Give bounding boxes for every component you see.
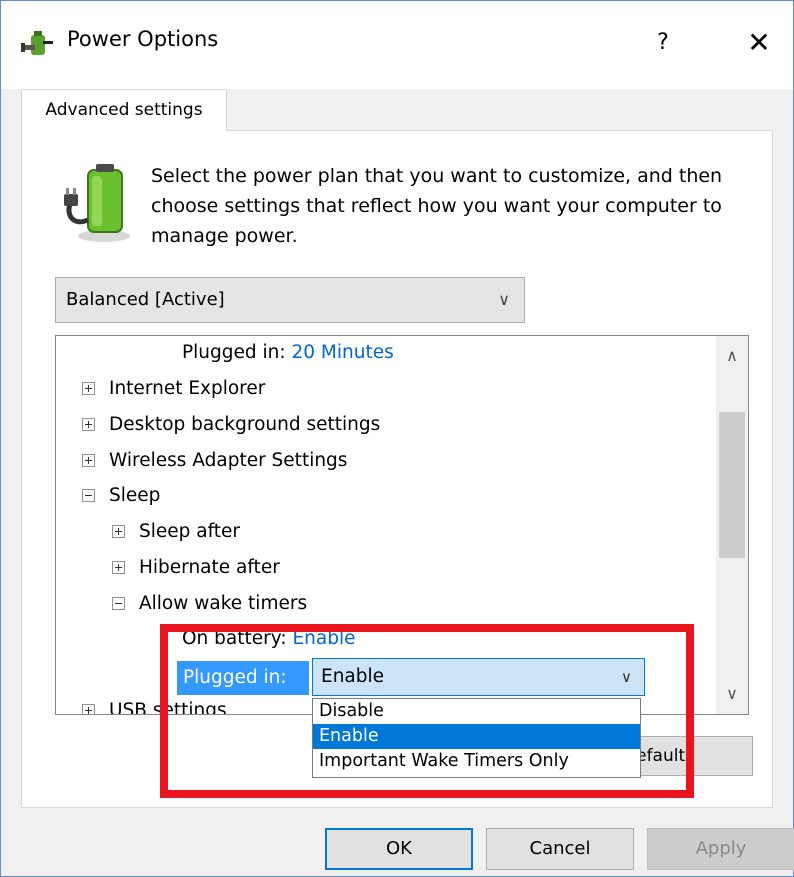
scroll-thumb[interactable]: [719, 412, 745, 558]
close-button[interactable]: ✕: [739, 23, 779, 63]
tree-item-label: Hibernate after: [139, 557, 280, 578]
wake-timer-value-select[interactable]: Enable ∨: [312, 658, 645, 696]
option-disable[interactable]: Disable: [313, 699, 640, 724]
tree-item-wireless-adapter[interactable]: Wireless Adapter Settings: [82, 444, 347, 478]
help-button[interactable]: ?: [643, 23, 683, 63]
chevron-down-icon: ∨: [621, 668, 632, 686]
tree-item-label: Sleep after: [139, 521, 241, 542]
plugged-in-value-link[interactable]: 20 Minutes: [292, 342, 394, 363]
tab-advanced-settings[interactable]: Advanced settings: [21, 89, 227, 131]
cancel-button[interactable]: Cancel: [486, 828, 634, 870]
power-options-window: Power Options ? ✕ Advanced settings Sele…: [0, 0, 794, 877]
wake-timer-value: Enable: [321, 666, 385, 687]
plugged-in-label: Plugged in:: [182, 342, 286, 363]
tree-item-label: USB settings: [109, 700, 227, 715]
wake-timer-options-list[interactable]: Disable Enable Important Wake Timers Onl…: [312, 698, 641, 778]
tree-item-internet-explorer[interactable]: Internet Explorer: [82, 372, 265, 406]
vertical-scrollbar[interactable]: ∧ ∨: [716, 336, 748, 714]
on-battery-row: On battery: Enable: [182, 622, 355, 656]
tree-item-sleep-after[interactable]: Sleep after: [112, 515, 240, 549]
title-bar: Power Options ? ✕: [1, 1, 793, 89]
collapse-icon[interactable]: [82, 489, 95, 502]
expand-icon[interactable]: [112, 561, 125, 574]
description-text: Select the power plan that you want to c…: [151, 165, 723, 247]
expand-icon[interactable]: [82, 454, 95, 467]
expand-icon[interactable]: [82, 418, 95, 431]
battery-plug-icon: [64, 164, 130, 242]
on-battery-value-link[interactable]: Enable: [292, 628, 355, 649]
option-enable[interactable]: Enable: [313, 724, 640, 749]
tree-item-allow-wake-timers[interactable]: Allow wake timers: [112, 587, 307, 621]
chevron-down-icon: ∨: [498, 290, 510, 309]
tree-item-sleep[interactable]: Sleep: [82, 479, 160, 513]
power-options-icon: [21, 31, 53, 55]
power-plan-select[interactable]: Balanced [Active] ∨: [55, 277, 525, 323]
tree-item-usb-settings[interactable]: USB settings: [82, 694, 227, 715]
expand-icon[interactable]: [112, 525, 125, 538]
tree-item-label: Sleep: [109, 485, 161, 506]
tree-item-hibernate-after[interactable]: Hibernate after: [112, 551, 280, 585]
tree-item-label: Desktop background settings: [109, 414, 381, 435]
tree-item-label: Allow wake timers: [139, 593, 308, 614]
expand-icon[interactable]: [82, 382, 95, 395]
tree-item-desktop-background[interactable]: Desktop background settings: [82, 408, 380, 442]
window-title: Power Options: [67, 27, 219, 51]
scroll-up-arrow-icon[interactable]: ∧: [716, 336, 748, 376]
expand-icon[interactable]: [82, 704, 95, 714]
power-plan-value: Balanced [Active]: [66, 289, 225, 310]
plugged-in-label-selected: Plugged in:: [177, 661, 309, 695]
ok-button[interactable]: OK: [325, 828, 473, 870]
apply-button[interactable]: Apply: [647, 828, 794, 870]
top-plugged-in-row: Plugged in: 20 Minutes: [182, 336, 394, 370]
scroll-down-arrow-icon[interactable]: ∨: [716, 674, 748, 714]
tree-item-label: Internet Explorer: [109, 378, 266, 399]
option-important-wake-timers-only[interactable]: Important Wake Timers Only: [313, 749, 640, 774]
tree-item-label: Wireless Adapter Settings: [109, 450, 348, 471]
collapse-icon[interactable]: [112, 597, 125, 610]
on-battery-label: On battery:: [182, 628, 287, 649]
